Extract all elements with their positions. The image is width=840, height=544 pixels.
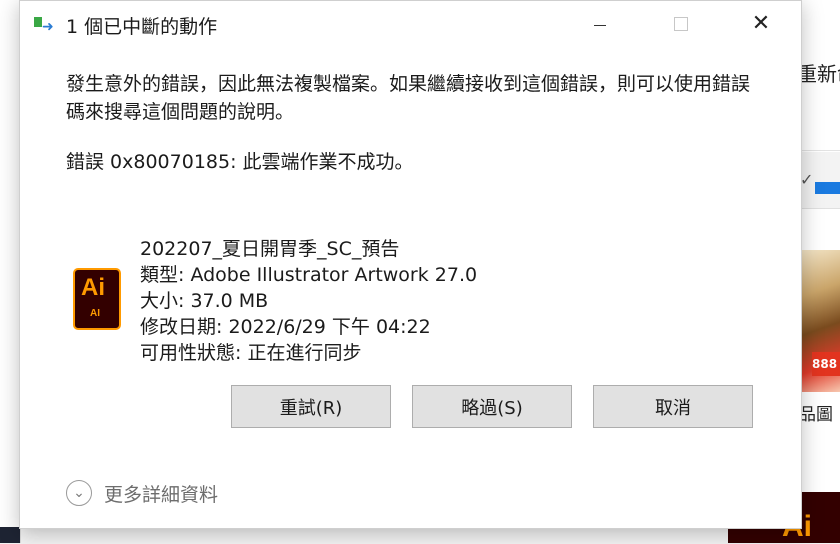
cancel-button[interactable]: 取消 [593,385,753,428]
error-message: 發生意外的錯誤，因此無法複製檔案。如果繼續接收到這個錯誤，則可以使用錯誤碼來搜尋… [66,73,751,123]
file-modified-date: 修改日期: 2022/6/29 下午 04:22 [140,316,431,338]
file-details: 202207_夏日開胃季_SC_預告 類型: Adobe Illustrator… [140,236,477,366]
illustrator-file-icon: Ai AI [73,268,121,330]
background-divider [801,150,840,151]
file-name: 202207_夏日開胃季_SC_預告 [140,238,400,260]
file-icon-text: Ai [81,274,105,301]
file-type: 類型: Adobe Illustrator Artwork 27.0 [140,264,478,286]
background-thumbnail-badge: 888 [812,352,840,376]
retry-button[interactable]: 重試(R) [231,385,391,428]
file-copy-icon: ➜ [34,17,56,34]
title-bar[interactable]: ➜ 1 個已中斷的動作 ✕ [20,1,801,47]
file-icon-subtext: AI [90,308,100,319]
skip-button[interactable]: 略過(S) [412,385,572,428]
file-size: 大小: 37.0 MB [140,290,269,312]
background-taskbar-fragment [0,527,20,543]
file-availability-status: 可用性狀態: 正在進行同步 [140,342,362,364]
background-rename-text: 重新命 [797,62,840,86]
background-blue-bar [815,182,840,194]
minimize-button[interactable] [577,1,623,47]
dialog-title: 1 個已中斷的動作 [66,16,218,38]
chevron-down-icon: ⌄ [66,480,92,506]
maximize-button[interactable] [658,1,704,47]
maximize-icon [674,17,688,31]
minimize-icon [594,24,606,26]
close-icon: ✕ [751,11,771,36]
interrupted-action-dialog: ➜ 1 個已中斷的動作 ✕ 發生意外的錯誤，因此無法複製檔案。如果繼續接收到這個… [19,0,802,529]
more-details-toggle[interactable]: ⌄ 更多詳細資料 [66,478,218,508]
chevron-down-icon[interactable]: ✓ [800,170,813,189]
background-window-left-edge [0,0,21,543]
background-thumbnail-label: 品圖 [799,405,833,425]
error-code-line: 錯誤 0x80070185: 此雲端作業不成功。 [66,151,414,173]
close-button[interactable]: ✕ [738,1,784,47]
more-details-label: 更多詳細資料 [104,483,219,506]
